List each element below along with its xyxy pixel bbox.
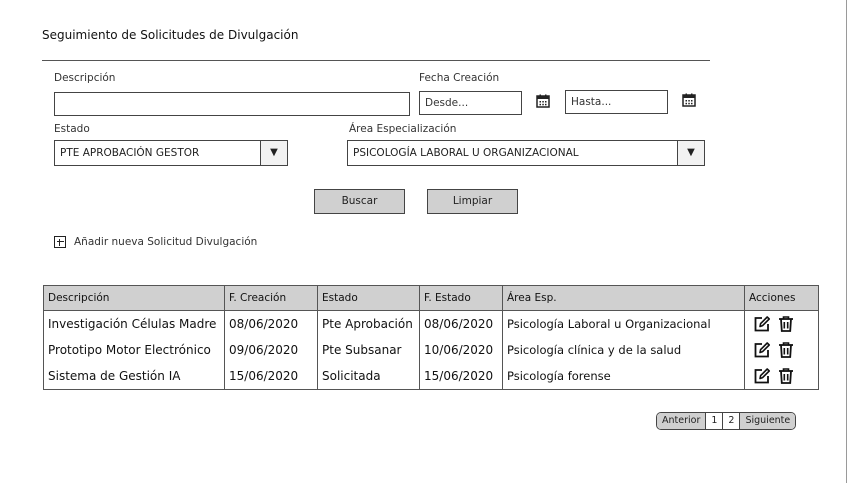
- column-header[interactable]: Estado: [317, 285, 420, 311]
- cell-acciones: [744, 363, 819, 390]
- table-row: Sistema de Gestión IA 15/06/2020 Solicit…: [43, 363, 819, 390]
- trash-icon[interactable]: [777, 367, 795, 385]
- dropdown-arrow-icon[interactable]: ▼: [260, 141, 287, 165]
- column-header: Acciones: [744, 285, 819, 311]
- cell-estado: Pte Subsanar: [317, 337, 420, 363]
- limpiar-button[interactable]: Limpiar: [427, 189, 518, 214]
- pagination-page-2[interactable]: 2: [722, 413, 740, 429]
- cell-area: Psicología clínica y de la salud: [502, 337, 745, 363]
- estado-selected-value: PTE APROBACIÓN GESTOR: [60, 147, 200, 159]
- calendar-icon[interactable]: [536, 94, 550, 108]
- calendar-icon[interactable]: [682, 93, 696, 107]
- area-especializacion-select[interactable]: PSICOLOGÍA LABORAL U ORGANIZACIONAL ▼: [347, 140, 705, 166]
- cell-descripcion: Investigación Células Madre: [43, 310, 225, 337]
- cell-area: Psicología Laboral u Organizacional: [502, 310, 745, 337]
- cell-fecha-creacion: 08/06/2020: [224, 310, 318, 337]
- trash-icon[interactable]: [777, 341, 795, 359]
- cell-estado: Pte Aprobación: [317, 310, 420, 337]
- cell-acciones: [744, 310, 819, 337]
- edit-icon[interactable]: [753, 341, 771, 359]
- table-header-row: Descripción F. Creación Estado F. Estado…: [43, 285, 819, 311]
- plus-square-icon: [54, 236, 66, 248]
- solicitudes-table: Descripción F. Creación Estado F. Estado…: [43, 285, 819, 390]
- edit-icon[interactable]: [753, 367, 771, 385]
- fecha-desde-input[interactable]: [419, 91, 522, 115]
- right-border: [846, 0, 847, 483]
- cell-fecha-creacion: 15/06/2020: [224, 363, 318, 390]
- cell-descripcion: Sistema de Gestión IA: [43, 363, 225, 390]
- cell-acciones: [744, 337, 819, 363]
- buscar-button[interactable]: Buscar: [314, 189, 405, 214]
- area-selected-value: PSICOLOGÍA LABORAL U ORGANIZACIONAL: [353, 147, 579, 159]
- estado-label: Estado: [54, 123, 90, 135]
- descripcion-input[interactable]: [54, 92, 410, 116]
- edit-icon[interactable]: [753, 315, 771, 333]
- column-header[interactable]: Descripción: [43, 285, 225, 311]
- column-header[interactable]: F. Creación: [224, 285, 318, 311]
- dropdown-arrow-icon[interactable]: ▼: [677, 141, 704, 165]
- title-divider: [42, 60, 710, 61]
- pagination: Anterior 1 2 Siguiente: [656, 412, 797, 430]
- column-header[interactable]: Área Esp.: [502, 285, 745, 311]
- cell-fecha-creacion: 09/06/2020: [224, 337, 318, 363]
- pagination-page-1[interactable]: 1: [705, 413, 723, 429]
- estado-select[interactable]: PTE APROBACIÓN GESTOR ▼: [54, 140, 288, 166]
- add-solicitud-label: Añadir nueva Solicitud Divulgación: [74, 236, 258, 248]
- page-title: Seguimiento de Solicitudes de Divulgació…: [42, 28, 299, 42]
- descripcion-label: Descripción: [54, 72, 116, 84]
- trash-icon[interactable]: [777, 315, 795, 333]
- cell-area: Psicología forense: [502, 363, 745, 390]
- cell-fecha-estado: 15/06/2020: [419, 363, 503, 390]
- area-especializacion-label: Área Especialización: [349, 123, 457, 135]
- pagination-prev-button[interactable]: Anterior: [657, 413, 706, 429]
- table-row: Investigación Células Madre 08/06/2020 P…: [43, 310, 819, 337]
- cell-descripcion: Prototipo Motor Electrónico: [43, 337, 225, 363]
- fecha-creacion-label: Fecha Creación: [419, 72, 500, 84]
- cell-estado: Solicitada: [317, 363, 420, 390]
- cell-fecha-estado: 10/06/2020: [419, 337, 503, 363]
- column-header[interactable]: F. Estado: [419, 285, 503, 311]
- pagination-next-button[interactable]: Siguiente: [739, 413, 796, 429]
- add-solicitud-link[interactable]: Añadir nueva Solicitud Divulgación: [54, 236, 257, 248]
- cell-fecha-estado: 08/06/2020: [419, 310, 503, 337]
- fecha-hasta-input[interactable]: [565, 90, 668, 114]
- table-row: Prototipo Motor Electrónico 09/06/2020 P…: [43, 337, 819, 363]
